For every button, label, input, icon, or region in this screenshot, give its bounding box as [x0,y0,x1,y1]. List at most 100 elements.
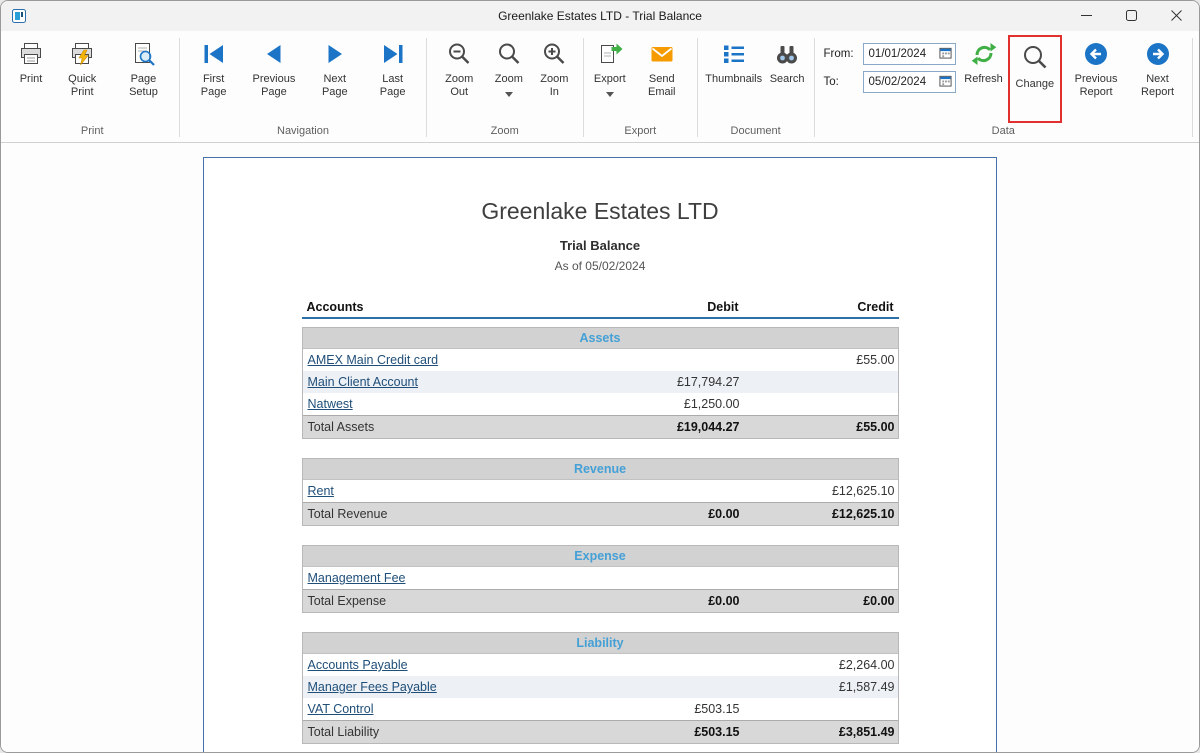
debit-cell [597,676,745,698]
previous-report-label: Previous Report [1074,73,1118,98]
from-label: From: [823,48,854,60]
zoom-dropdown-button[interactable]: Zoom [488,35,530,102]
date-range-fields: From: 01/01/2024 To: 05/02/2024 [820,35,962,93]
total-credit: £3,851.49 [838,725,895,739]
page-setup-button[interactable]: Page Setup [112,35,174,100]
table-row: Rent £12,625.10 [302,480,898,502]
report-page: Greenlake Estates LTD Trial Balance As o… [203,157,997,752]
group-separator [813,38,815,137]
debit-cell: £17,794.27 [676,375,740,389]
title-bar[interactable]: Greenlake Estates LTD - Trial Balance [1,1,1199,31]
total-row: Total Revenue £0.00 £12,625.10 [302,502,898,525]
close-button[interactable] [1154,1,1199,31]
next-report-icon [1145,41,1171,70]
quick-print-icon [69,41,95,70]
credit-cell: £2,264.00 [838,658,895,672]
total-credit: £55.00 [856,420,895,434]
last-page-icon [380,41,406,70]
refresh-icon [971,41,997,70]
debit-cell [597,349,745,371]
from-date-field [862,43,956,65]
account-link[interactable]: VAT Control [308,702,374,716]
zoom-group-label: Zoom [490,125,519,137]
window-controls [1064,1,1199,31]
credit-cell [745,567,900,589]
total-credit: £12,625.10 [831,507,895,521]
zoom-out-button[interactable]: Zoom Out [432,35,487,100]
minimize-button[interactable] [1064,1,1109,31]
maximize-button[interactable] [1109,1,1154,31]
group-separator [425,38,427,137]
ribbon-group-export: Export Send Email Export [586,33,695,142]
refresh-button[interactable]: Refresh [963,35,1005,88]
account-link[interactable]: Main Client Account [308,375,418,389]
account-link[interactable]: AMEX Main Credit card [308,353,439,367]
previous-page-icon [261,41,287,70]
total-row: Total Liability £503.15 £3,851.49 [302,720,898,743]
credit-cell: £12,625.10 [831,484,895,498]
to-calendar-button[interactable] [938,74,952,90]
page-setup-label: Page Setup [129,73,158,98]
column-header-debit: Debit [707,300,739,314]
to-date-input[interactable] [868,76,935,88]
account-link[interactable]: Natwest [308,397,353,411]
maximize-icon [1126,9,1137,24]
previous-page-button[interactable]: Previous Page [243,35,305,100]
data-group-label: Data [991,125,1015,137]
total-credit: £0.00 [863,594,895,608]
send-email-label: Send Email [648,73,676,98]
chevron-down-icon [504,88,513,100]
total-debit: £503.15 [694,725,740,739]
print-button[interactable]: Print [10,35,52,88]
credit-cell [745,371,900,393]
account-link[interactable]: Rent [308,484,334,498]
document-group-label: Document [730,125,781,137]
column-header-credit: Credit [857,300,894,314]
total-row: Total Assets £19,044.27 £55.00 [302,415,898,438]
print-group-label: Print [80,125,104,137]
total-debit: £0.00 [708,594,740,608]
total-label: Total Revenue [307,507,388,521]
from-calendar-button[interactable] [938,46,952,62]
from-date-input[interactable] [868,48,935,60]
zoom-in-label: Zoom In [540,73,569,98]
search-button[interactable]: Search [766,35,809,88]
refresh-label: Refresh [964,73,1003,86]
debit-cell: £503.15 [694,702,740,716]
next-page-button[interactable]: Next Page [306,35,364,100]
ribbon-group-zoom: Zoom Out Zoom Zoom In Zoom [429,33,581,142]
report-section: Expense Management Fee Total Expense £0.… [301,545,900,613]
zoom-in-icon [541,41,567,70]
previous-report-button[interactable]: Previous Report [1065,35,1127,100]
calendar-icon [938,74,952,90]
change-button[interactable]: Change [1012,38,1059,93]
first-page-button[interactable]: First Page [185,35,242,100]
next-report-button[interactable]: Next Report [1128,35,1187,100]
zoom-in-button[interactable]: Zoom In [531,35,578,100]
table-row: Natwest £1,250.00 [302,393,898,415]
ribbon-group-print: Print Quick Print Page Setup Print [7,33,177,142]
last-page-button[interactable]: Last Page [365,35,421,100]
send-email-button[interactable]: Send Email [632,35,692,100]
ribbon-group-document: Thumbnails Search Document [700,33,812,142]
ribbon-group-navigation: First Page Previous Page Next Page Last … [182,33,423,142]
account-link[interactable]: Management Fee [308,571,406,585]
account-link[interactable]: Manager Fees Payable [308,680,437,694]
next-page-icon [322,41,348,70]
document-area[interactable]: Greenlake Estates LTD Trial Balance As o… [1,143,1199,752]
change-label: Change [1015,78,1055,91]
previous-page-label: Previous Page [252,73,296,98]
total-debit: £0.00 [708,507,740,521]
debit-cell: £1,250.00 [683,397,740,411]
trial-balance-table: Accounts Debit Credit Assets AMEX Main C… [301,298,900,744]
close-icon [1171,9,1182,24]
account-link[interactable]: Accounts Payable [308,658,408,672]
quick-print-button[interactable]: Quick Print [53,35,111,100]
group-separator [179,38,181,137]
export-button[interactable]: Export [589,35,631,102]
total-label: Total Expense [307,594,387,608]
thumbnails-button[interactable]: Thumbnails [703,35,765,88]
total-label: Total Liability [307,725,380,739]
previous-report-icon [1083,41,1109,70]
section-header: Revenue [302,459,898,480]
